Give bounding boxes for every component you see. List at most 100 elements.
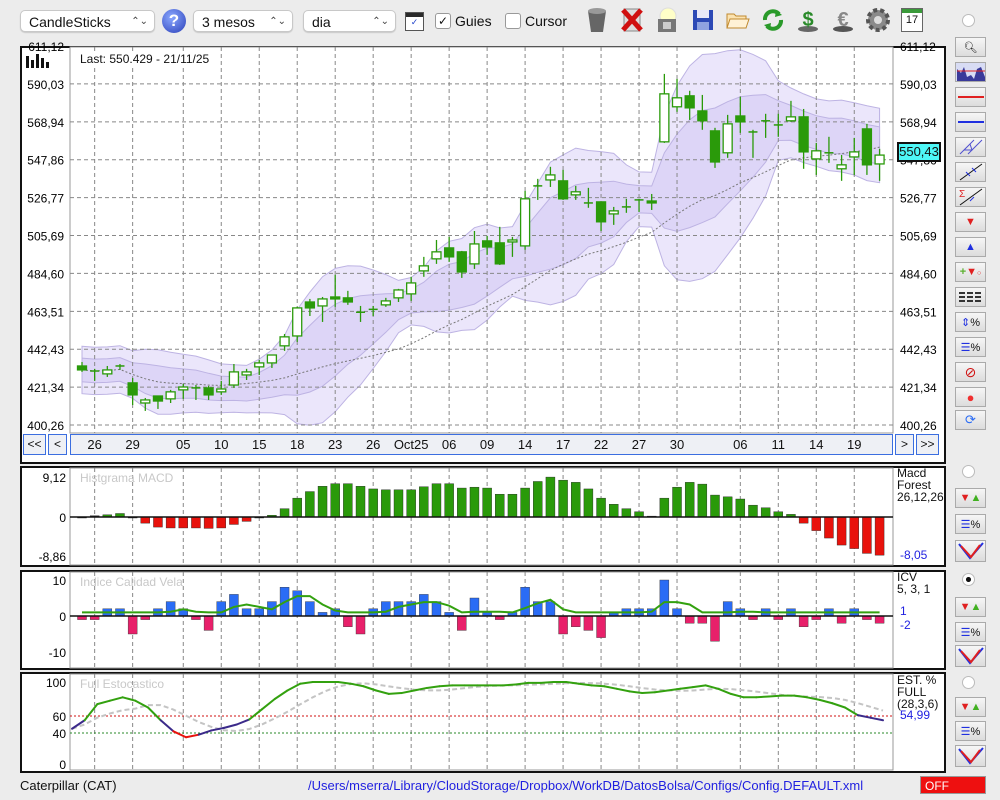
- stop-button[interactable]: ⊘: [955, 362, 986, 382]
- nav-first-button[interactable]: <<: [23, 434, 46, 455]
- record-button[interactable]: ●: [955, 387, 986, 407]
- icv-bar: [203, 615, 214, 631]
- icv-lines-percent-button[interactable]: ☰%: [955, 622, 986, 642]
- macd-oscillator-button[interactable]: [955, 540, 986, 562]
- macd-bar: [520, 487, 530, 518]
- price-axis-label-left: 421,34: [27, 381, 64, 395]
- icv-bar: [520, 587, 530, 617]
- axis-tick-label: 40: [53, 727, 67, 741]
- candle-body-up: [241, 371, 252, 376]
- main-panel-radio[interactable]: [962, 14, 975, 27]
- delete-x-icon[interactable]: [618, 6, 646, 34]
- panel-title: Indice Calidad Vela: [80, 575, 183, 589]
- macd-lines-percent-button[interactable]: ☰%: [955, 514, 986, 534]
- macd-signals-button[interactable]: ▼▲: [955, 488, 986, 508]
- macd-bar: [165, 516, 176, 529]
- refresh-icon[interactable]: [759, 6, 787, 34]
- axis-tick-label: -10: [49, 646, 67, 660]
- price-axis-label-left: 484,60: [27, 267, 64, 281]
- current-price-badge: 550,43: [897, 142, 941, 162]
- nav-last-button[interactable]: >>: [916, 434, 939, 455]
- date-axis-label: 23: [327, 437, 343, 452]
- candle-body-up: [165, 391, 176, 400]
- date-axis-label: 06: [441, 437, 457, 452]
- date-axis-label: 27: [631, 437, 647, 452]
- candle-body-down: [481, 240, 493, 248]
- trash-icon[interactable]: [583, 6, 611, 34]
- volume-profile-button[interactable]: [955, 62, 986, 82]
- open-folder-icon[interactable]: [724, 6, 752, 34]
- candle-body-up: [102, 369, 113, 375]
- macd-bar: [355, 486, 366, 518]
- config-path-link[interactable]: /Users/mserra/Library/CloudStorage/Dropb…: [308, 778, 863, 793]
- save-icon[interactable]: [689, 6, 717, 34]
- lines-percent-button[interactable]: ☰%: [955, 337, 986, 357]
- macd-panel-radio[interactable]: [962, 465, 975, 478]
- icv-bar: [836, 615, 847, 624]
- stochastic-oscillator-button[interactable]: [955, 745, 986, 767]
- sigma-trendline-button[interactable]: Σ: [955, 187, 986, 207]
- chart-type-select[interactable]: CandleSticks ⌃⌄: [20, 10, 155, 32]
- red-green-arrows-icon: ▼▲: [959, 701, 982, 713]
- help-icon[interactable]: ?: [162, 9, 186, 33]
- macd-bar: [191, 516, 201, 529]
- date-axis-label: 29: [125, 437, 140, 452]
- nav-next-button[interactable]: >: [895, 434, 914, 455]
- guides-checkbox[interactable]: ✓: [435, 13, 451, 29]
- chart-window-icon[interactable]: ✓: [405, 12, 424, 31]
- icv-bar: [419, 594, 429, 617]
- icv-panel-radio[interactable]: [962, 573, 975, 586]
- stochastic-signals-button[interactable]: ▼▲: [955, 697, 986, 717]
- macd-bar: [343, 483, 353, 518]
- connection-status-badge[interactable]: OFF: [920, 776, 986, 794]
- euro-icon[interactable]: €: [829, 6, 857, 34]
- grid-lines-button[interactable]: [955, 287, 986, 307]
- candle-body-up: [317, 298, 328, 307]
- reload-button[interactable]: ⟳: [955, 410, 986, 430]
- red-line-button[interactable]: [955, 87, 986, 107]
- macd-bar: [609, 504, 619, 518]
- date-axis-label: 17: [555, 437, 571, 452]
- icv-bar: [697, 615, 708, 624]
- charts-canvas: 611,12 611,12 590,03 590,03 568,94 568,94 547,…: [27, 40, 937, 772]
- sigma-trendline-icon: Σ: [959, 188, 982, 206]
- blue-line-button[interactable]: [955, 112, 986, 132]
- price-axis-label-right: 526,77: [900, 192, 937, 206]
- cursor-checkbox[interactable]: [505, 13, 521, 29]
- stochastic-panel-radio[interactable]: [962, 676, 975, 689]
- signals-button[interactable]: +▼○: [955, 262, 986, 282]
- red-down-arrow-icon: ▼: [965, 216, 976, 228]
- candle-body-up: [266, 354, 278, 364]
- gear-icon[interactable]: [864, 6, 892, 34]
- macd-bar: [153, 516, 163, 528]
- icv-oscillator-button[interactable]: [955, 645, 986, 667]
- channel-button[interactable]: [955, 137, 986, 157]
- buy-signal-button[interactable]: ▲: [955, 237, 986, 257]
- date-axis-label: 18: [289, 437, 305, 452]
- stochastic-k-segment: [590, 684, 606, 688]
- sell-signal-button[interactable]: ▼: [955, 212, 986, 232]
- icv-signals-button[interactable]: ▼▲: [955, 597, 986, 617]
- interval-select[interactable]: dia ⌃⌄: [303, 10, 396, 32]
- stochastic-k-segment: [641, 691, 656, 695]
- range-percent-button[interactable]: ⇕%: [955, 312, 986, 332]
- axis-tick-label: 0: [59, 610, 66, 624]
- snapshot-icon[interactable]: [653, 6, 681, 34]
- zoom-button[interactable]: 🔍︎: [955, 37, 986, 57]
- macd-bar: [393, 489, 404, 518]
- period-select[interactable]: 3 mesos ⌃⌄: [193, 10, 293, 32]
- instrument-name: Caterpillar (CAT): [20, 778, 117, 793]
- price-axis-label-right: 590,03: [900, 78, 937, 92]
- nav-prev-button[interactable]: <: [48, 434, 67, 455]
- stochastic-lines-percent-button[interactable]: ☰%: [955, 721, 986, 741]
- dollar-refresh-icon[interactable]: $: [794, 6, 822, 34]
- blue-up-arrow-icon: ▲: [965, 241, 976, 253]
- macd-bar: [203, 516, 214, 529]
- macd-bar: [406, 489, 416, 518]
- trendline-button[interactable]: [955, 162, 986, 182]
- volume-bars-icon[interactable]: [26, 54, 56, 71]
- price-axis-label-right: 421,34: [900, 381, 937, 395]
- calendar-icon[interactable]: 17: [898, 6, 926, 34]
- icv-bar: [571, 615, 581, 628]
- macd-bar: [305, 491, 315, 518]
